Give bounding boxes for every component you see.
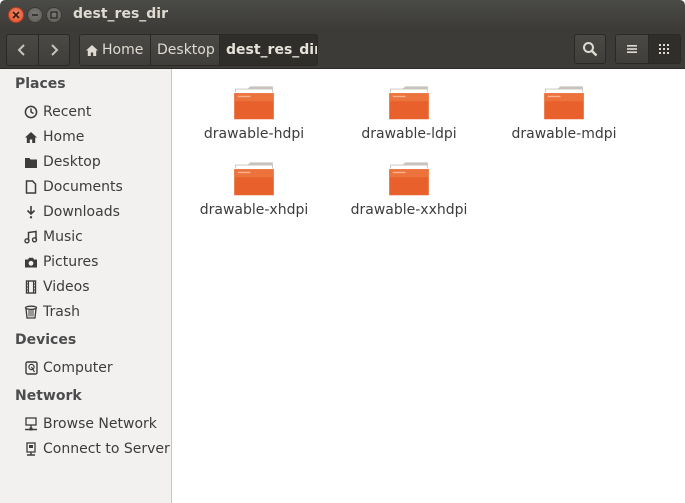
- sidebar-item-label: Computer: [43, 360, 113, 376]
- folder-item[interactable]: drawable-xxhdpi: [344, 148, 474, 218]
- folder-name: drawable-xhdpi: [199, 202, 309, 218]
- navigation-buttons: [6, 34, 70, 66]
- sidebar-item-label: Desktop: [43, 154, 101, 170]
- sidebar-item-label: Browse Network: [43, 416, 157, 432]
- sidebar-item-label: Downloads: [43, 204, 120, 220]
- search-button[interactable]: [574, 34, 606, 64]
- close-window-button[interactable]: [8, 7, 24, 23]
- maximize-window-button[interactable]: [46, 7, 62, 23]
- sidebar-item-label: Connect to Server: [43, 441, 170, 457]
- sidebar-item-home[interactable]: Home: [24, 126, 170, 148]
- folder-name: drawable-hdpi: [203, 126, 305, 142]
- sidebar-item-recent[interactable]: Recent: [24, 101, 170, 123]
- folder-icon: [389, 162, 429, 196]
- drive-icon: [24, 361, 38, 375]
- minimize-window-button[interactable]: [27, 7, 43, 23]
- download-icon: [24, 205, 38, 219]
- trash-icon: [24, 305, 38, 319]
- folder-icon: [544, 86, 584, 120]
- sidebar-item-label: Documents: [43, 179, 123, 195]
- toolbar: Home Desktop dest_res_dir: [0, 30, 685, 69]
- desktop-folder-icon: [24, 155, 38, 169]
- folder-name: drawable-ldpi: [361, 126, 457, 142]
- sidebar-item-pictures[interactable]: Pictures: [24, 251, 170, 273]
- sidebar-item-music[interactable]: Music: [24, 226, 170, 248]
- breadcrumb-label: dest_res_dir: [226, 42, 318, 58]
- folder-item[interactable]: drawable-ldpi: [344, 72, 474, 142]
- sidebar-item-label: Trash: [43, 304, 80, 320]
- folder-item[interactable]: drawable-mdpi: [499, 72, 629, 142]
- sidebar-item-computer[interactable]: Computer: [24, 357, 170, 379]
- sidebar-item-label: Home: [43, 129, 85, 145]
- sidebar-item-documents[interactable]: Documents: [24, 176, 170, 198]
- sidebar-item-downloads[interactable]: Downloads: [24, 201, 170, 223]
- network-header: Network: [15, 388, 82, 404]
- folder-icon: [234, 162, 274, 196]
- network-icon: [24, 417, 38, 431]
- breadcrumb-current[interactable]: dest_res_dir: [219, 35, 317, 65]
- folder-icon: [389, 86, 429, 120]
- search-icon: [583, 42, 598, 57]
- breadcrumb-desktop[interactable]: Desktop: [150, 35, 219, 65]
- file-manager-window: dest_res_dir Home Desktop dest_res_dir P…: [0, 0, 685, 503]
- home-icon: [24, 130, 38, 144]
- window-title: dest_res_dir: [73, 6, 168, 22]
- document-icon: [24, 180, 38, 194]
- forward-button[interactable]: [37, 35, 70, 65]
- sidebar-item-label: Videos: [43, 279, 90, 295]
- home-icon: [86, 44, 98, 56]
- close-icon: [12, 11, 20, 19]
- breadcrumb-label: Desktop: [157, 42, 215, 58]
- sidebar-item-label: Music: [43, 229, 83, 245]
- breadcrumb-home[interactable]: Home: [80, 35, 150, 65]
- folder-name: drawable-mdpi: [511, 126, 617, 142]
- sidebar-item-label: Pictures: [43, 254, 99, 270]
- folder-item[interactable]: drawable-xhdpi: [189, 148, 319, 218]
- title-bar[interactable]: dest_res_dir: [0, 0, 685, 30]
- chevron-right-icon: [51, 44, 59, 56]
- grid-view-button[interactable]: [647, 35, 680, 63]
- maximize-icon: [50, 11, 58, 19]
- sidebar-item-desktop[interactable]: Desktop: [24, 151, 170, 173]
- file-view[interactable]: drawable-hdpi drawable-ldpi drawable-mdp…: [172, 69, 685, 503]
- breadcrumb: Home Desktop dest_res_dir: [79, 34, 318, 66]
- minimize-icon: [32, 14, 38, 16]
- folder-icon: [234, 86, 274, 120]
- sidebar-item-label: Recent: [43, 104, 92, 120]
- places-header: Places: [15, 76, 66, 92]
- folder-name: drawable-xxhdpi: [350, 202, 468, 218]
- sidebar-item-connect-to-server[interactable]: Connect to Server: [24, 438, 170, 460]
- music-icon: [24, 230, 38, 244]
- sidebar-item-trash[interactable]: Trash: [24, 301, 170, 323]
- sidebar-item-videos[interactable]: Videos: [24, 276, 170, 298]
- sidebar: Places Recent Home Desktop Documents Dow…: [0, 69, 172, 503]
- chevron-left-icon: [17, 44, 25, 56]
- list-view-button[interactable]: [616, 35, 648, 63]
- back-button[interactable]: [7, 35, 38, 65]
- list-icon: [626, 45, 637, 53]
- sidebar-item-browse-network[interactable]: Browse Network: [24, 413, 170, 435]
- film-icon: [24, 280, 38, 294]
- clock-icon: [24, 105, 38, 119]
- camera-icon: [24, 255, 38, 269]
- server-icon: [24, 442, 38, 456]
- grid-icon: [659, 44, 670, 54]
- view-mode-buttons: [615, 34, 681, 64]
- folder-item[interactable]: drawable-hdpi: [189, 72, 319, 142]
- devices-header: Devices: [15, 332, 77, 348]
- breadcrumb-label: Home: [102, 42, 144, 58]
